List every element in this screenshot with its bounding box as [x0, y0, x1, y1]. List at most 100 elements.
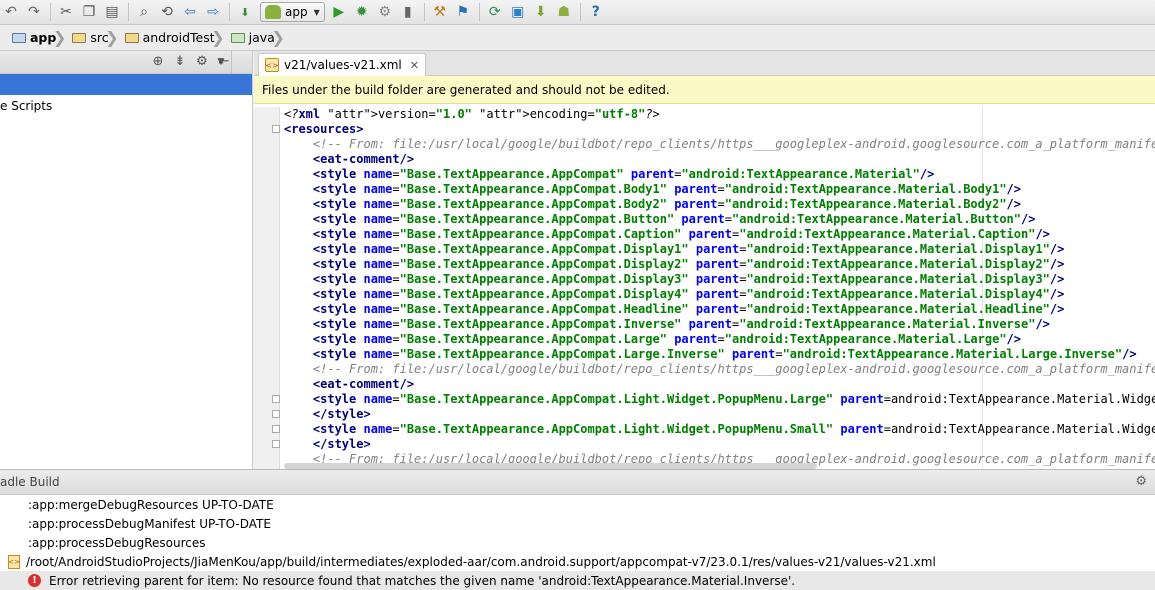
toolbar-divider — [579, 3, 581, 21]
build-panel-header: adle Build ⚙ — [0, 470, 1155, 495]
fold-marker-icon[interactable] — [272, 395, 280, 403]
code-line: <!-- From: file:/usr/local/google/buildb… — [284, 137, 1155, 151]
toolbar-divider — [478, 3, 480, 21]
code-line: <style name="Base.TextAppearance.AppComp… — [312, 197, 1021, 211]
chevron-right-icon: ❯ — [271, 28, 285, 47]
tree-item-label: e Scripts — [0, 99, 53, 113]
code-line: <style name="Base.TextAppearance.AppComp… — [312, 332, 1021, 346]
code-line: <style name="Base.TextAppearance.AppComp… — [312, 182, 1021, 196]
toolbar-divider — [50, 3, 51, 21]
help-icon[interactable]: ? — [585, 1, 607, 23]
paste-icon[interactable]: ▤ — [101, 1, 123, 23]
code-line: <style name="Base.TextAppearance.AppComp… — [312, 302, 1065, 316]
collapse-all-icon[interactable]: ⇟ — [172, 53, 188, 69]
code-line: <style name="Base.TextAppearance.AppComp… — [312, 317, 1050, 331]
gradle-build-panel: adle Build ⚙ :app:mergeDebugResources UP… — [0, 469, 1155, 590]
fold-marker-icon[interactable] — [272, 425, 280, 433]
replace-icon[interactable]: ⟲ — [156, 1, 178, 23]
android-module-icon — [265, 5, 281, 19]
build-output-line: :app:processDebugResources — [0, 533, 1155, 552]
breadcrumb-item-src[interactable]: src ❯ — [70, 25, 119, 50]
code-line: </style> — [312, 437, 371, 451]
chevron-right-icon: ❯ — [105, 28, 119, 47]
build-output-text: :app:processDebugResources — [28, 535, 206, 550]
error-file-path: /root/AndroidStudioProjects/JiaMenKou/ap… — [26, 554, 936, 569]
error-message: Error retrieving parent for item: No res… — [49, 573, 796, 588]
code-line: <resources> — [284, 122, 364, 136]
editor-tabbar: <> v21/values-v21.xml ✕ — [254, 51, 1155, 76]
build-error-row[interactable]: ! Error retrieving parent for item: No r… — [0, 571, 1155, 590]
android-icon[interactable]: ☗ — [553, 1, 575, 23]
attach-debugger-icon[interactable]: ⚙ — [374, 1, 396, 23]
code-line: <style name="Base.TextAppearance.AppComp… — [312, 422, 1155, 436]
chevron-right-icon: ❯ — [52, 28, 67, 47]
build-output-text: :app:mergeDebugResources UP-TO-DATE — [28, 497, 274, 512]
scroll-from-source-icon[interactable]: ⊕ — [150, 53, 166, 69]
code-line: </style> — [312, 407, 371, 421]
run-config-label: app — [285, 5, 308, 19]
breadcrumb-label: androidTest — [142, 30, 215, 45]
monitor-icon[interactable]: ▮ — [397, 1, 419, 23]
cut-icon[interactable]: ✂ — [55, 1, 77, 23]
chevron-down-icon: ▼ — [313, 7, 320, 17]
tree-item-scripts[interactable]: e Scripts — [0, 95, 252, 117]
module-icon — [12, 32, 26, 43]
tree-item-selected[interactable] — [0, 74, 252, 95]
sdk-manager-icon[interactable]: ⚑ — [452, 1, 474, 23]
project-panel: ▼ e Scripts — [0, 50, 253, 469]
run-icon[interactable]: ▶ — [328, 1, 350, 23]
find-icon[interactable]: ⌕ — [133, 1, 155, 23]
project-panel-actions: ⊕ ⇟ ⚙ ⇤ — [150, 53, 232, 69]
folder-icon — [72, 32, 87, 43]
build-output-line: :app:processDebugManifest UP-TO-DATE — [0, 514, 1155, 533]
build-error-file-row[interactable]: <> /root/AndroidStudioProjects/JiaMenKou… — [0, 552, 1155, 571]
source-folder-icon — [230, 32, 245, 43]
code-line: <style name="Base.TextAppearance.AppComp… — [312, 212, 1036, 226]
close-icon[interactable]: ✕ — [410, 59, 419, 72]
sync-project-icon[interactable]: ⟳ — [484, 1, 506, 23]
build-output-text: :app:processDebugManifest UP-TO-DATE — [28, 516, 271, 531]
toolbar-divider — [229, 3, 230, 21]
build-panel-title: adle Build — [0, 475, 60, 489]
fold-marker-icon[interactable] — [272, 125, 280, 133]
main-toolbar: ↶ ↷ ✂ ❐ ▤ ⌕ ⟲ ⇦ ⇨ ⬇ app ▼ ▶ ✹ ⚙ ▮ ⚒ ⚑ ⟳ … — [0, 0, 1155, 25]
fold-marker-icon[interactable] — [272, 410, 280, 418]
redo-icon[interactable]: ↷ — [23, 1, 45, 23]
breadcrumb-item-java[interactable]: java ❯ — [229, 25, 285, 50]
breadcrumb-item-androidtest[interactable]: androidTest ❯ — [123, 25, 225, 50]
run-config-dropdown[interactable]: app ▼ — [260, 2, 325, 22]
undo-icon[interactable]: ↶ — [0, 1, 22, 23]
toolbar-divider — [128, 3, 129, 21]
code-line: <eat-comment/> — [312, 377, 415, 391]
banner-text: Files under the build folder are generat… — [262, 82, 670, 97]
code-line: <!-- From: file:/usr/local/google/buildb… — [284, 362, 1155, 376]
gear-icon[interactable]: ⚙ — [1135, 474, 1147, 489]
editor-pane: <> v21/values-v21.xml ✕ Files under the … — [254, 51, 1155, 469]
folder-icon — [124, 32, 139, 43]
breadcrumb-item-app[interactable]: app ❯ — [10, 25, 66, 50]
hide-panel-icon[interactable]: ⇤ — [216, 53, 232, 69]
make-project-icon[interactable]: ⬇ — [234, 1, 256, 23]
xml-file-icon: <> — [265, 58, 279, 72]
copy-icon[interactable]: ❐ — [78, 1, 100, 23]
code-line: <?xml "attr">version="1.0" "attr">encodi… — [284, 107, 660, 121]
caret-row-highlight — [281, 121, 1155, 136]
project-structure-icon[interactable]: ⚒ — [429, 1, 451, 23]
tab-label: v21/values-v21.xml — [284, 58, 402, 72]
xml-file-icon: <> — [8, 554, 20, 569]
generated-file-banner: Files under the build folder are generat… — [254, 76, 1155, 104]
code-line: <style name="Base.TextAppearance.AppComp… — [312, 392, 1155, 406]
device-monitor-icon[interactable]: ▣ — [507, 1, 529, 23]
gear-icon[interactable]: ⚙ — [194, 53, 210, 69]
toolbar-divider — [423, 3, 425, 21]
fold-marker-icon[interactable] — [272, 440, 280, 448]
code-editor[interactable]: <?xml "attr">version="1.0" "attr">encodi… — [254, 107, 1155, 469]
debug-icon[interactable]: ✹ — [351, 1, 373, 23]
breadcrumb: app ❯ src ❯ androidTest ❯ java ❯ — [0, 25, 1155, 51]
avd-manager-icon[interactable]: ⬇ — [530, 1, 552, 23]
forward-icon[interactable]: ⇨ — [202, 1, 224, 23]
build-output-line: :app:mergeDebugResources UP-TO-DATE — [0, 495, 1155, 514]
back-icon[interactable]: ⇦ — [179, 1, 201, 23]
code-line: <style name="Base.TextAppearance.AppComp… — [312, 272, 1065, 286]
tab-values-v21-xml[interactable]: <> v21/values-v21.xml ✕ — [258, 53, 426, 76]
